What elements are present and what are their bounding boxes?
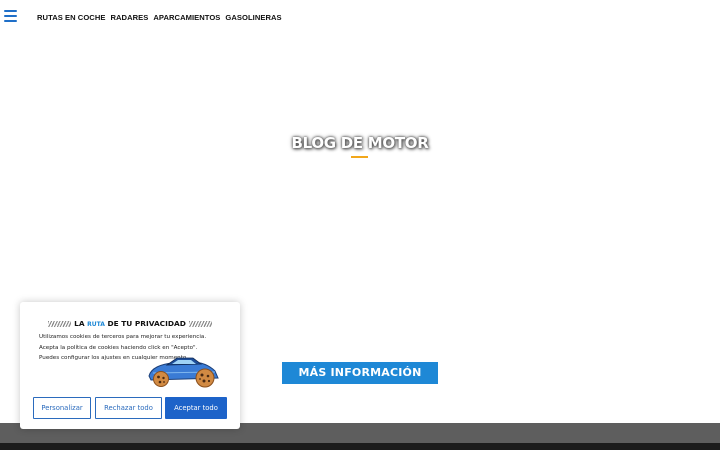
cookie-wheel-rear	[195, 368, 215, 388]
cookie-consent-banner: LA RUTA DE TU PRIVACIDAD Utilizamos cook…	[20, 302, 240, 429]
customize-cookies-button[interactable]: Personalizar	[33, 397, 91, 419]
top-bar: RUTAS EN COCHE RADARES APARCAMIENTOS GAS…	[0, 0, 720, 36]
nav-link-radares[interactable]: RADARES	[110, 13, 148, 22]
hero-title-underline	[351, 156, 368, 158]
cookie-banner-title: LA RUTA DE TU PRIVACIDAD	[74, 319, 186, 328]
main-nav: RUTAS EN COCHE RADARES APARCAMIENTOS GAS…	[37, 13, 282, 22]
car-cookie-illustration	[148, 357, 219, 388]
nav-link-aparcamientos[interactable]: APARCAMIENTOS	[153, 13, 220, 22]
more-info-button[interactable]: MÁS INFORMACIÓN	[282, 362, 438, 384]
nav-link-gasolineras[interactable]: GASOLINERAS	[225, 13, 281, 22]
hero-title: BLOG DE MOTOR	[291, 134, 429, 152]
cookie-wheel-front	[153, 371, 169, 387]
cookie-title-suffix: DE TU PRIVACIDAD	[107, 319, 186, 328]
cookie-title-prefix: LA	[74, 319, 85, 328]
cookie-text-line: Utilizamos cookies de terceros para mejo…	[39, 334, 207, 340]
cookie-title-accent: RUTA	[87, 321, 105, 328]
reject-all-cookies-button[interactable]: Rechazar todo	[95, 397, 162, 419]
nav-link-rutas-en-coche[interactable]: RUTAS EN COCHE	[37, 13, 105, 22]
accept-all-cookies-button[interactable]: Aceptar todo	[165, 397, 227, 419]
hamburger-menu-icon[interactable]	[4, 10, 17, 22]
footer-bottom-strip	[0, 443, 720, 450]
decorative-stripes-left	[48, 320, 72, 327]
decorative-stripes-right	[188, 320, 212, 327]
cookie-banner-header: LA RUTA DE TU PRIVACIDAD	[20, 319, 240, 328]
